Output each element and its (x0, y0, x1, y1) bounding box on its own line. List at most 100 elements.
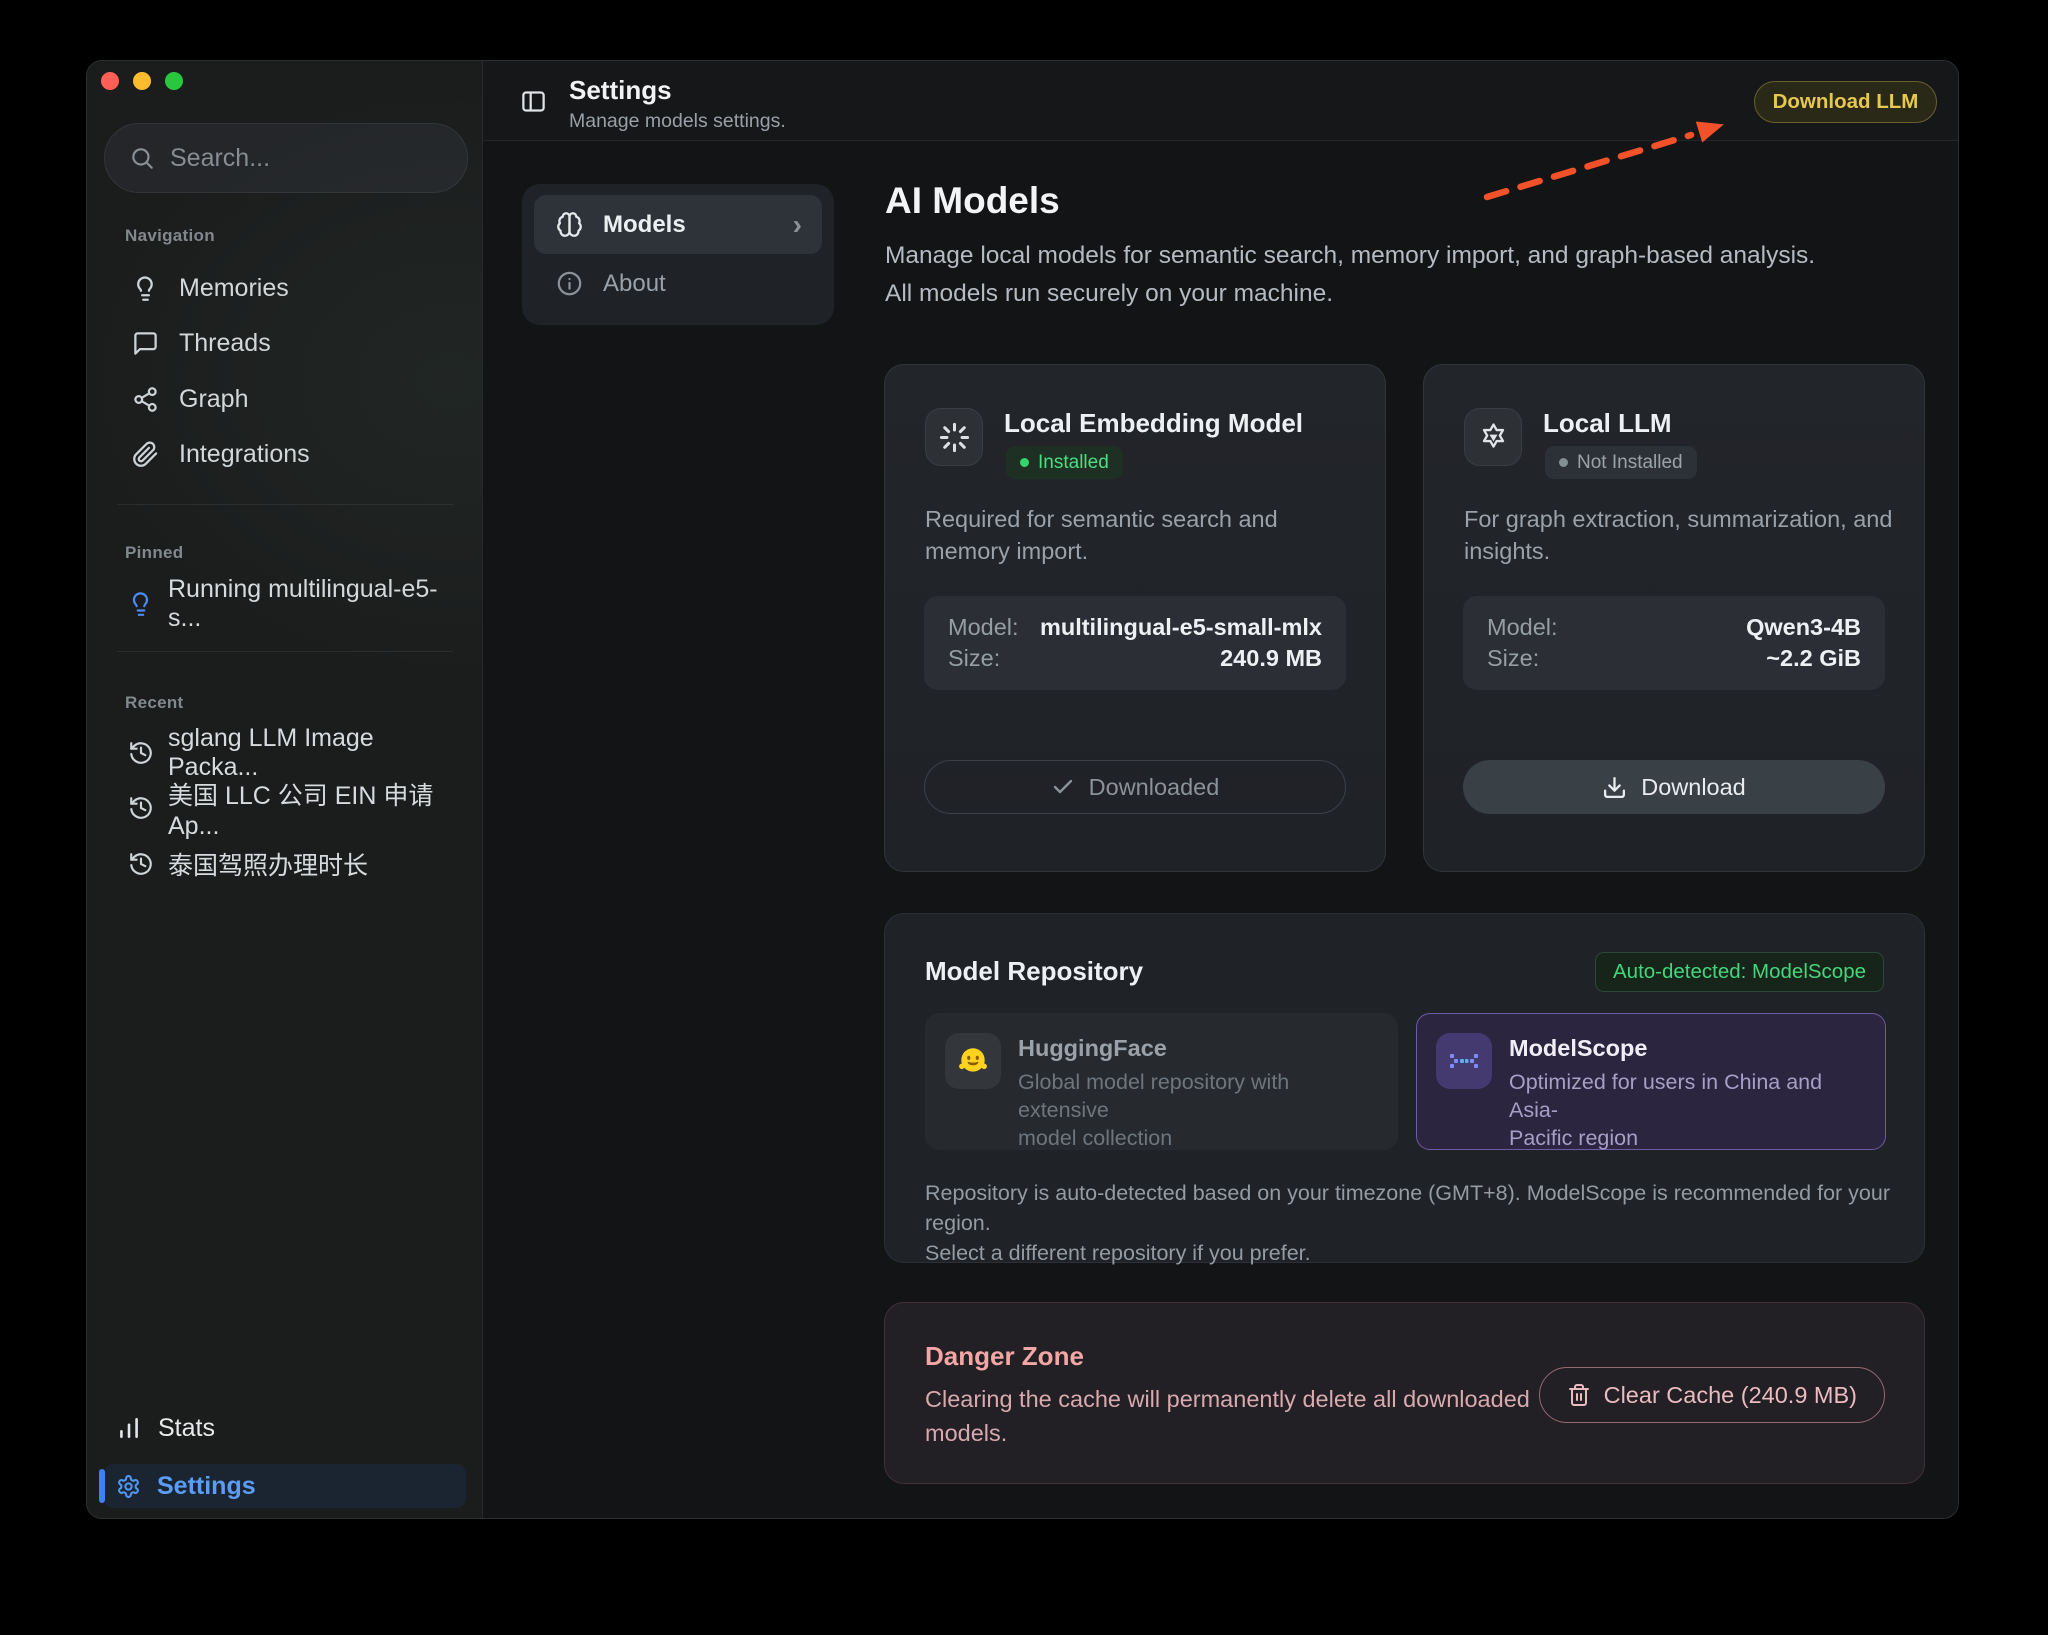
app-window: Navigation Memories Threads Graph (86, 60, 1959, 1519)
card-description: For graph extraction, summarization, and… (1464, 503, 1892, 567)
page-header: Settings Manage models settings. Downloa… (483, 61, 1958, 141)
local-llm-card: Local LLM Not Installed For graph extrac… (1423, 364, 1925, 872)
active-item-accent-bar (99, 1469, 105, 1503)
sidebar-item-label: Memories (179, 274, 289, 303)
modelscope-logo-icon (1436, 1033, 1492, 1089)
sidebar-toggle-icon[interactable] (520, 88, 547, 115)
sidebar-item-stats[interactable]: Stats (104, 1401, 466, 1455)
embedding-model-card: Local Embedding Model Installed Required… (884, 364, 1386, 872)
model-name-value: Qwen3-4B (1746, 614, 1861, 641)
section-label-recent: Recent (125, 693, 184, 713)
close-window-button[interactable] (101, 72, 119, 90)
model-info-box: Model: multilingual-e5-small-mlx Size: 2… (924, 596, 1346, 690)
download-icon (1602, 775, 1627, 800)
option-description: Optimized for users in China and Asia- P… (1509, 1068, 1866, 1152)
minimize-window-button[interactable] (133, 72, 151, 90)
sidebar: Navigation Memories Threads Graph (87, 61, 483, 1518)
sidebar-divider (117, 504, 453, 505)
size-row: Size: ~2.2 GiB (1487, 645, 1861, 672)
model-repository-panel: Model Repository Auto-detected: ModelSco… (884, 913, 1925, 1263)
main-panel: Settings Manage models settings. Downloa… (483, 61, 1958, 1518)
section-label-navigation: Navigation (125, 226, 215, 246)
zoom-window-button[interactable] (165, 72, 183, 90)
repository-option-huggingface[interactable]: HuggingFace Global model repository with… (925, 1013, 1398, 1150)
auto-detected-badge: Auto-detected: ModelScope (1595, 952, 1884, 992)
option-text: HuggingFace Global model repository with… (1018, 1033, 1378, 1152)
download-llm-button[interactable]: Download LLM (1754, 81, 1937, 123)
section-description: Manage local models for semantic search,… (885, 237, 1815, 312)
sidebar-item-pinned-thread[interactable]: Running multilingual-e5-s... (104, 577, 466, 631)
tab-label: Models (603, 211, 686, 239)
chevron-right-icon: › (793, 211, 802, 239)
sidebar-item-recent-1[interactable]: sglang LLM Image Packa... (104, 726, 466, 780)
spinner-icon (925, 408, 983, 466)
danger-zone-title: Danger Zone (925, 1341, 1084, 1372)
desktop-background: Navigation Memories Threads Graph (0, 0, 2048, 1635)
paperclip-icon (132, 441, 159, 468)
sidebar-item-graph[interactable]: Graph (104, 372, 466, 426)
sidebar-item-label: Graph (179, 385, 248, 414)
recent-item-label: sglang LLM Image Packa... (168, 724, 466, 782)
recent-item-label: 泰国驾照办理时长 (168, 846, 368, 882)
settings-tab-list: Models › About (522, 184, 834, 325)
clear-cache-button[interactable]: Clear Cache (240.9 MB) (1539, 1367, 1885, 1423)
pinned-item-label: Running multilingual-e5-s... (168, 575, 466, 633)
option-name: HuggingFace (1018, 1035, 1378, 1062)
qwen-logo-icon (1464, 408, 1522, 466)
status-dot (1020, 458, 1029, 467)
gear-icon (116, 1474, 141, 1499)
message-square-icon (132, 330, 159, 357)
status-dot (1559, 458, 1568, 467)
tab-models[interactable]: Models › (534, 195, 822, 254)
sidebar-item-recent-2[interactable]: 美国 LLC 公司 EIN 申请 Ap... (104, 781, 466, 835)
sidebar-item-label: Integrations (179, 440, 310, 469)
search-input[interactable] (170, 144, 467, 173)
option-description: Global model repository with extensive m… (1018, 1068, 1378, 1152)
recent-item-label: 美国 LLC 公司 EIN 申请 Ap... (168, 776, 466, 841)
status-badge: Installed (1006, 446, 1123, 479)
description-line: Manage local models for semantic search,… (885, 237, 1815, 275)
tab-about[interactable]: About (534, 254, 822, 313)
lightbulb-icon (128, 591, 154, 617)
model-name-value: multilingual-e5-small-mlx (1040, 614, 1322, 641)
model-row: Model: multilingual-e5-small-mlx (948, 614, 1322, 641)
download-button[interactable]: Download (1463, 760, 1885, 814)
sidebar-item-label: Threads (179, 329, 271, 358)
trash-icon (1567, 1383, 1591, 1407)
model-size-value: ~2.2 GiB (1766, 645, 1861, 672)
model-size-value: 240.9 MB (1220, 645, 1322, 672)
sidebar-item-label: Stats (158, 1414, 215, 1443)
section-label-pinned: Pinned (125, 543, 183, 563)
sidebar-item-label: Settings (157, 1472, 256, 1501)
size-row: Size: 240.9 MB (948, 645, 1322, 672)
tab-label: About (603, 270, 666, 298)
history-icon (128, 795, 154, 821)
page-title: Settings (569, 75, 672, 106)
info-icon (556, 270, 583, 297)
search-icon (129, 145, 155, 171)
repository-title: Model Repository (925, 956, 1143, 987)
option-text: ModelScope Optimized for users in China … (1509, 1033, 1866, 1152)
bar-chart-icon (116, 1415, 142, 1441)
history-icon (128, 851, 154, 877)
sidebar-item-settings[interactable]: Settings (104, 1464, 466, 1508)
huggingface-logo-icon (945, 1033, 1001, 1089)
sidebar-item-threads[interactable]: Threads (104, 316, 466, 370)
status-badge: Not Installed (1545, 446, 1697, 479)
model-info-box: Model: Qwen3-4B Size: ~2.2 GiB (1463, 596, 1885, 690)
sidebar-item-integrations[interactable]: Integrations (104, 427, 466, 481)
check-icon (1051, 775, 1075, 799)
model-row: Model: Qwen3-4B (1487, 614, 1861, 641)
sidebar-item-memories[interactable]: Memories (104, 261, 466, 315)
page-subtitle: Manage models settings. (569, 110, 786, 133)
sidebar-item-recent-3[interactable]: 泰国驾照办理时长 (104, 837, 466, 891)
section-heading: AI Models (885, 180, 1060, 222)
history-icon (128, 740, 154, 766)
repository-option-modelscope[interactable]: ModelScope Optimized for users in China … (1416, 1013, 1886, 1150)
sidebar-divider (117, 651, 453, 652)
card-title: Local LLM (1543, 408, 1672, 439)
option-name: ModelScope (1509, 1035, 1866, 1062)
downloaded-button[interactable]: Downloaded (924, 760, 1346, 814)
description-line: All models run securely on your machine. (885, 275, 1815, 313)
danger-zone-description: Clearing the cache will permanently dele… (925, 1383, 1530, 1450)
